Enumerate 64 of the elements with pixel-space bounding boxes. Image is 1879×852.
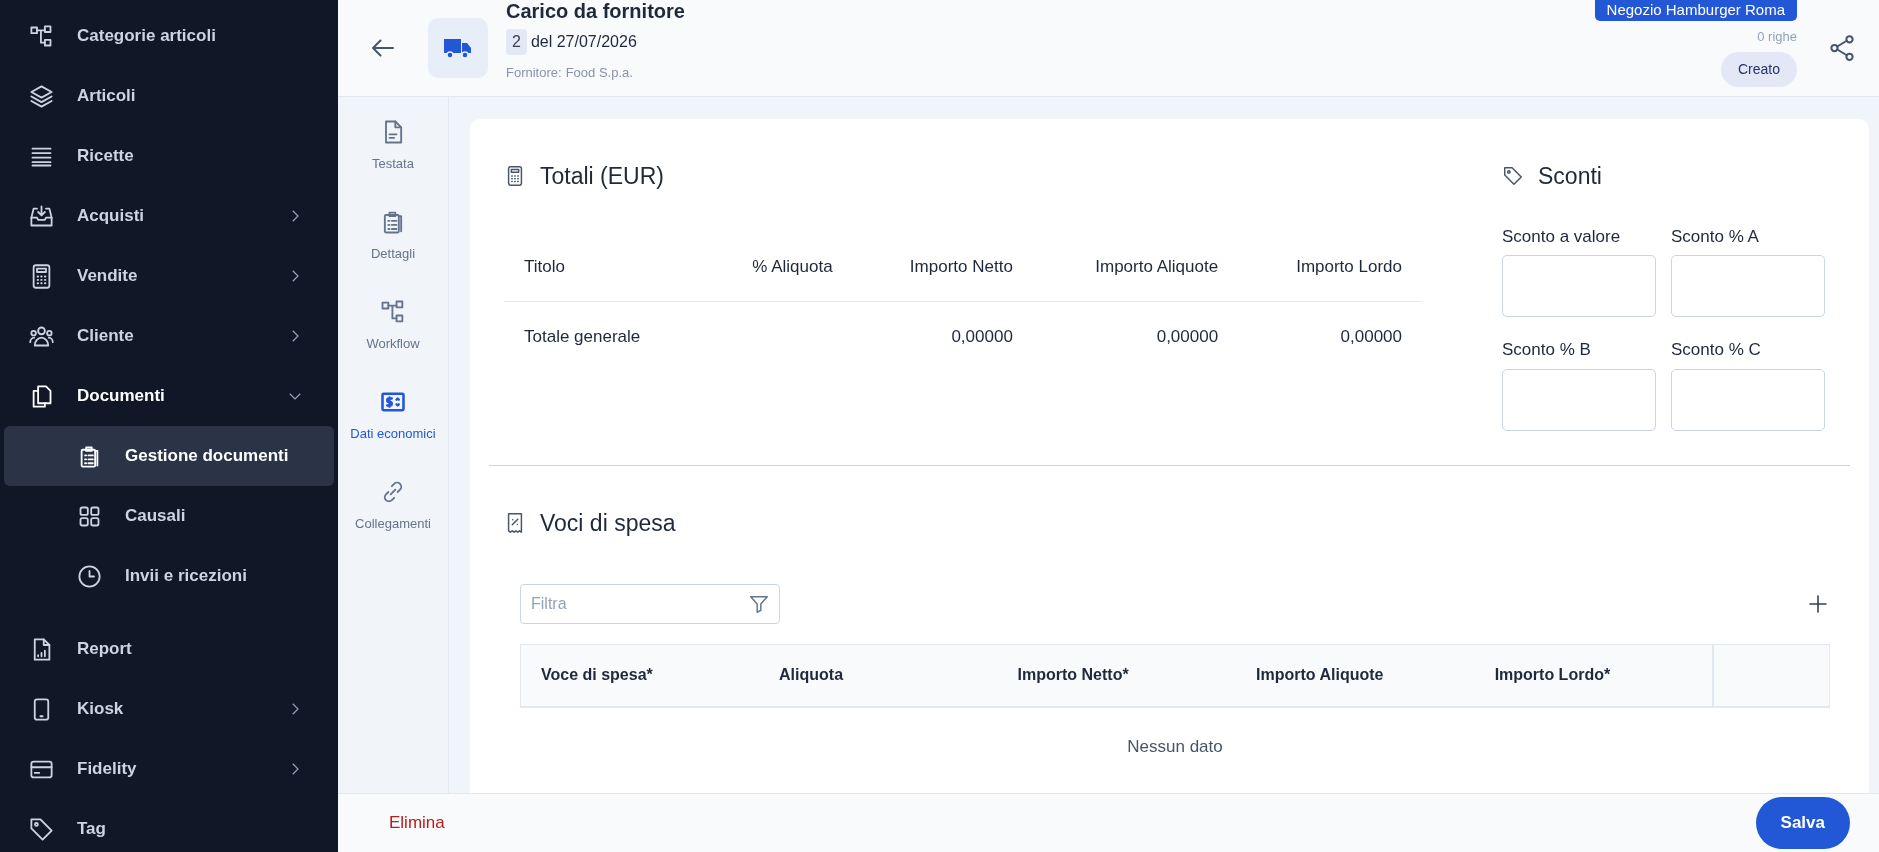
field-label: Sconto % B [1502, 339, 1592, 361]
section-title: Totali (EUR) [540, 162, 664, 191]
column-header: Voce di spesa* [520, 644, 760, 707]
column-header: % Aliquota [700, 231, 853, 302]
column-header: Importo Aliquote [1032, 231, 1239, 302]
document-date: del 27/07/2026 [530, 32, 637, 53]
layers-icon [28, 82, 55, 110]
column-header: Importo Lordo* [1474, 644, 1714, 707]
sidebar-item[interactable]: Kiosk [4, 679, 334, 739]
column-header: Importo Lordo [1238, 231, 1422, 302]
supplier-label: Fornitore: [506, 64, 562, 83]
supplier-name: Food S.p.a. [565, 64, 633, 83]
row-count: 0 righe [1757, 27, 1797, 46]
sidebar-item[interactable]: Report [4, 619, 334, 679]
sidebar-item[interactable]: Fidelity [4, 739, 334, 799]
table-cell: Totale generale [504, 301, 701, 372]
input-field[interactable] [1671, 368, 1825, 431]
side-tab[interactable]: Dettagli [338, 207, 448, 297]
field-label: Sconto % C [1671, 339, 1762, 361]
save-button[interactable]: Salva [1755, 797, 1850, 849]
section-title: Sconti [1538, 162, 1602, 191]
sidebar-subitem[interactable]: Causali [4, 486, 334, 546]
filter-field[interactable]: Filtra [520, 584, 780, 624]
table-cell: 0,00000 [852, 301, 1033, 372]
sidebar-subitem[interactable]: Invii e ricezioni [4, 546, 334, 606]
side-tab[interactable]: Dati economici [338, 387, 448, 477]
filter-icon[interactable] [748, 593, 770, 615]
add-icon[interactable] [1806, 592, 1830, 616]
sidebar-item[interactable]: Ricette [4, 126, 334, 186]
status-badge: Creato [1720, 52, 1797, 87]
field-label: Sconto % A [1671, 225, 1760, 248]
sidebar-item[interactable]: Tag [4, 799, 334, 852]
sidebar-item[interactable]: Categorie articoli [4, 6, 334, 66]
sidebar-subitem[interactable]: Gestione documenti [4, 426, 334, 486]
side-tab[interactable]: Collegamenti [338, 477, 448, 567]
share-icon[interactable] [1827, 33, 1857, 63]
side-tab[interactable]: Workflow [338, 297, 448, 387]
column-header: Aliquota [759, 644, 998, 707]
table-cell: 0,00000 [1032, 301, 1239, 372]
document-number: 2 [506, 29, 527, 56]
sidebar-item[interactable]: Cliente [4, 306, 334, 366]
tag-icon [28, 815, 55, 843]
input-field[interactable] [1502, 368, 1656, 431]
side-tab[interactable]: Testata [338, 117, 448, 207]
sidebar-item[interactable]: Acquisti [4, 186, 334, 246]
column-header: Importo Netto* [997, 644, 1237, 707]
column-header: Titolo [504, 231, 701, 302]
sidebar-item[interactable]: Vendite [4, 246, 334, 306]
document-title: Carico da fornitore [506, 1, 685, 22]
store-badge: Negozio Hamburger Roma [1594, 0, 1797, 21]
table-cell: 0,00000 [1238, 301, 1422, 372]
tag-icon [1502, 165, 1524, 188]
empty-message: Nessun dato [1127, 736, 1223, 756]
sidebar-item[interactable]: Articoli [4, 66, 334, 126]
column-header: Importo Aliquote [1236, 644, 1475, 707]
section-title: Voci di spesa [540, 508, 676, 538]
delete-button[interactable]: Elimina [383, 809, 451, 837]
input-field[interactable] [1671, 255, 1825, 317]
input-field[interactable] [1502, 255, 1656, 317]
column-header: Importo Netto [852, 231, 1033, 302]
field-label: Sconto a valore [1502, 225, 1622, 248]
sidebar-item[interactable]: Documenti [4, 366, 334, 426]
truck-icon [443, 36, 473, 60]
clock-icon [76, 562, 103, 590]
